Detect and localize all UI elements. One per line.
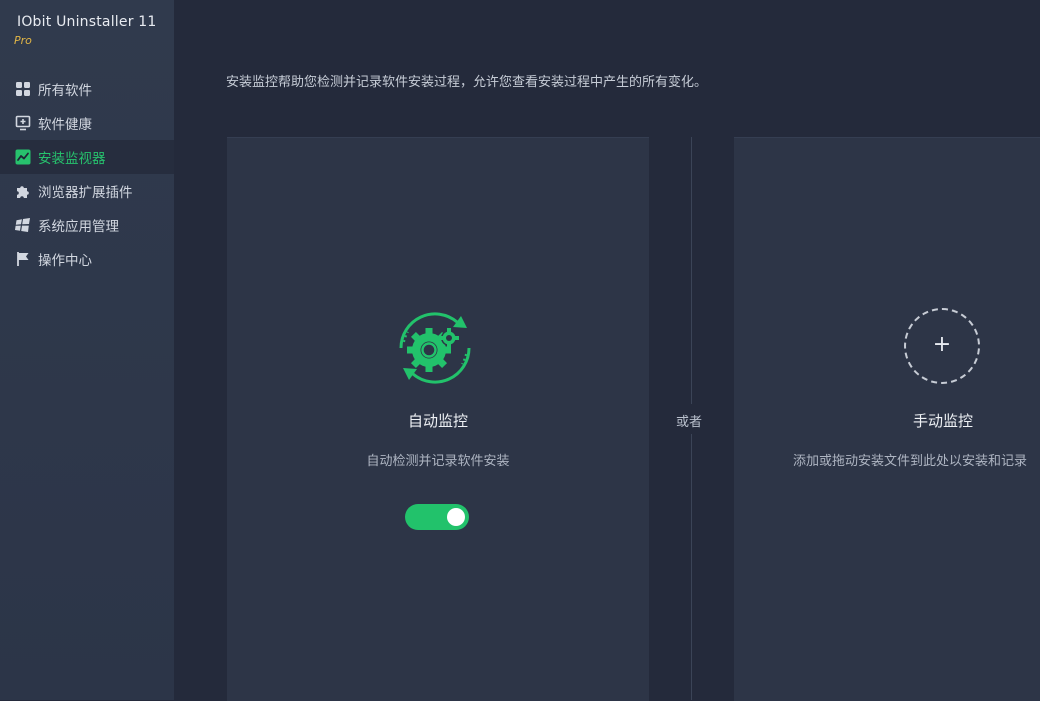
- sidebar-item-label: 所有软件: [38, 83, 92, 99]
- app-edition: Pro: [14, 34, 32, 47]
- manual-monitor-subtitle: 添加或拖动安装文件到此处以安装和记录: [793, 454, 1028, 469]
- sidebar-item-label: 安装监视器: [38, 151, 106, 167]
- add-dashed-circle-icon[interactable]: +: [904, 308, 980, 384]
- sidebar-item-install-monitor[interactable]: 安装监视器: [0, 140, 174, 174]
- manual-monitor-title: 手动监控: [912, 412, 973, 430]
- auto-monitor-title: 自动监控: [407, 412, 468, 430]
- sidebar-item-label: 系统应用管理: [38, 219, 119, 235]
- auto-monitor-card: 自动监控 自动检测并记录软件安装: [227, 137, 649, 701]
- monitor-plus-icon: [15, 115, 31, 131]
- sidebar-item-browser-extensions[interactable]: 浏览器扩展插件: [0, 174, 174, 208]
- main-panel: 安装监控帮助您检测并记录软件安装过程，允许您查看安装过程中产生的所有变化。 自动…: [174, 0, 1040, 701]
- grid-icon: [15, 81, 31, 97]
- app-title: IObit Uninstaller 11: [17, 14, 157, 30]
- sidebar-nav: 所有软件 软件健康 安装监视器 浏览器扩展插件 系统应用管理 操作中心: [0, 72, 174, 276]
- sidebar-item-action-center[interactable]: 操作中心: [0, 242, 174, 276]
- auto-monitor-toggle[interactable]: [405, 504, 469, 530]
- sidebar-item-label: 浏览器扩展插件: [38, 185, 133, 201]
- auto-monitor-subtitle: 自动检测并记录软件安装: [366, 454, 510, 469]
- manual-monitor-card[interactable]: + 手动监控 添加或拖动安装文件到此处以安装和记录: [734, 137, 1040, 701]
- or-divider-label: 或者: [676, 415, 703, 430]
- activity-chart-icon: [15, 149, 31, 165]
- sidebar-item-label: 软件健康: [38, 117, 92, 133]
- windows-icon: [15, 217, 31, 233]
- sidebar-item-system-apps[interactable]: 系统应用管理: [0, 208, 174, 242]
- sidebar-item-software-health[interactable]: 软件健康: [0, 106, 174, 140]
- divider-line-top: [691, 137, 692, 404]
- plus-icon: +: [932, 332, 952, 357]
- sidebar: IObit Uninstaller 11 Pro 所有软件 软件健康 安装监视器…: [0, 0, 174, 700]
- gear-cycle-icon: [387, 300, 483, 396]
- flag-icon: [15, 251, 31, 267]
- sidebar-item-label: 操作中心: [38, 253, 92, 269]
- sidebar-item-all-software[interactable]: 所有软件: [0, 72, 174, 106]
- page-description: 安装监控帮助您检测并记录软件安装过程，允许您查看安装过程中产生的所有变化。: [226, 75, 708, 90]
- divider-line-bottom: [691, 434, 692, 700]
- toggle-knob: [447, 508, 465, 526]
- puzzle-icon: [15, 183, 31, 199]
